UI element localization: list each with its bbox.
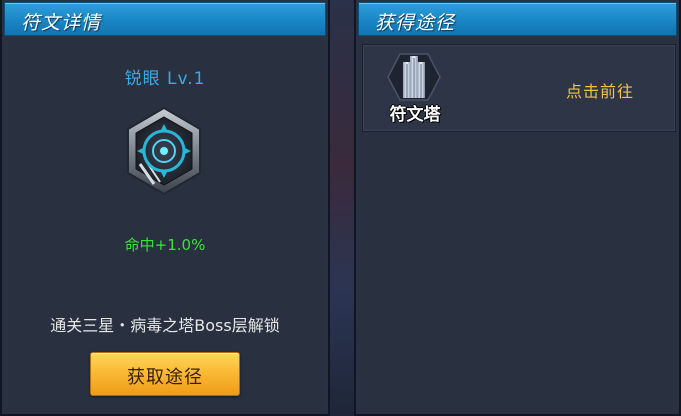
goto-link[interactable]: 点击前往 — [566, 78, 634, 102]
rune-name: 锐眼 Lv.1 — [124, 69, 206, 89]
game-screen: 符文详情 锐眼 Lv.1 命中+1.0% 通关三星・病毒之塔Boss层解锁 获取… — [0, 0, 681, 416]
source-name: 符文塔 — [389, 105, 441, 125]
tower-icon — [386, 52, 442, 102]
rune-detail-header: 符文详情 — [4, 2, 326, 36]
unlock-condition: 通关三星・病毒之塔Boss层解锁 — [50, 316, 280, 335]
acquire-source-header: 获得途径 — [358, 2, 677, 36]
get-source-button[interactable]: 获取途径 — [90, 352, 240, 396]
acquire-source-title: 获得途径 — [375, 12, 456, 34]
rune-detail-title: 符文详情 — [21, 12, 102, 34]
background-strip — [330, 0, 354, 416]
rune-stat-value: 命中+1.0% — [124, 236, 206, 254]
get-source-button-label: 获取途径 — [127, 367, 203, 388]
rune-hexagon-icon — [124, 106, 204, 196]
